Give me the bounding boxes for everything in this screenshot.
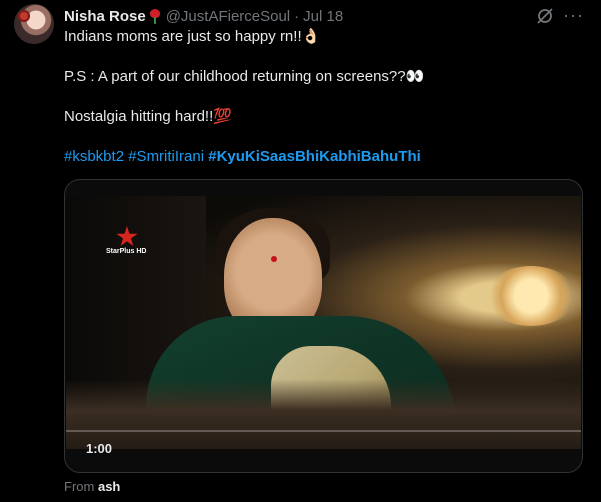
hashtag-link[interactable]: #SmritiIrani bbox=[128, 148, 204, 165]
source-prefix: From bbox=[64, 479, 95, 494]
grok-icon[interactable] bbox=[535, 6, 555, 26]
video-progress-bar[interactable] bbox=[66, 430, 581, 432]
tweet-line-1: Indians moms are just so happy rn!!👌🏻 bbox=[64, 28, 321, 45]
tweet-line-3: Nostalgia hitting hard!!💯 bbox=[64, 108, 232, 125]
video-frame[interactable]: StarPlus HD bbox=[66, 196, 581, 449]
hashtag-link[interactable]: #ksbkbt2 bbox=[64, 148, 124, 165]
separator-dot: · bbox=[294, 7, 300, 25]
source-app-link[interactable]: ash bbox=[98, 479, 120, 494]
channel-logo-text: StarPlus HD bbox=[106, 248, 147, 255]
video-scene-floor bbox=[66, 379, 581, 449]
rose-emoji-icon bbox=[148, 8, 162, 24]
avatar-rose-decoration bbox=[18, 10, 30, 22]
tweet-header: Nisha Rose @JustAFierceSoul · Jul 18 bbox=[64, 6, 343, 26]
video-player[interactable]: StarPlus HD 1:00 bbox=[64, 179, 583, 473]
tweet-line-2: P.S : A part of our childhood returning … bbox=[64, 68, 425, 85]
source-label: From ash bbox=[64, 479, 120, 494]
hashtags: #ksbkbt2 #SmritiIrani #KyuKiSaasBhiKabhi… bbox=[64, 147, 421, 167]
tweet-date[interactable]: Jul 18 bbox=[303, 8, 343, 25]
avatar[interactable] bbox=[14, 4, 54, 44]
author-name[interactable]: Nisha Rose bbox=[64, 8, 146, 25]
more-icon[interactable]: ··· bbox=[563, 6, 583, 27]
video-scene-bindi bbox=[271, 256, 277, 262]
hashtag-link[interactable]: #KyuKiSaasBhiKabhiBahuThi bbox=[208, 148, 421, 165]
starplus-logo-icon: StarPlus HD bbox=[106, 226, 150, 266]
video-duration: 1:00 bbox=[86, 441, 113, 456]
author-handle[interactable]: @JustAFierceSoul bbox=[166, 8, 290, 25]
video-scene-lamp bbox=[486, 266, 576, 326]
starplus-star-icon bbox=[116, 226, 138, 247]
